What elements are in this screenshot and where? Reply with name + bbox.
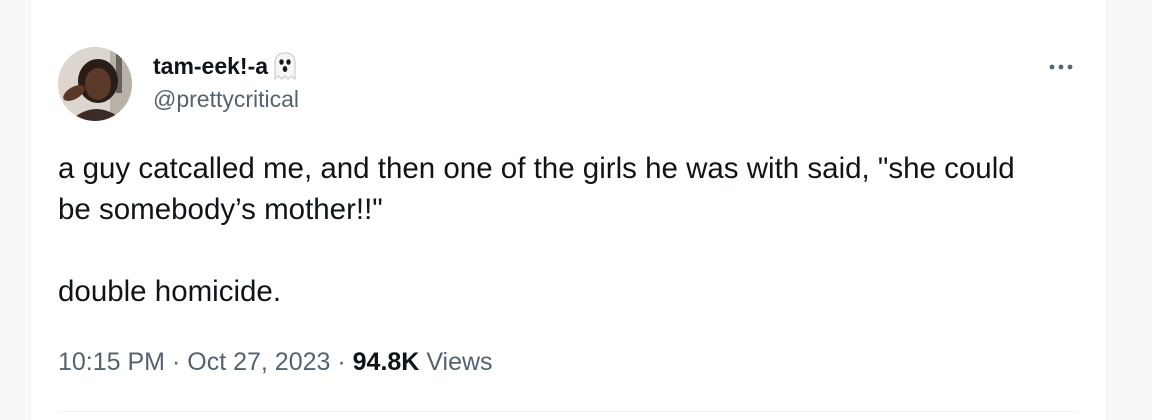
meta-separator: · <box>171 348 181 376</box>
tweet-time[interactable]: 10:15 PM <box>58 348 165 376</box>
avatar[interactable] <box>58 47 132 121</box>
more-options-icon[interactable] <box>1043 54 1079 80</box>
tweet-date[interactable]: Oct 27, 2023 <box>187 348 330 376</box>
display-name-row: tam-eek!-a <box>153 50 299 82</box>
meta-separator: · <box>337 348 346 376</box>
tweet-text: a guy catcalled me, and then one of the … <box>58 152 1015 308</box>
user-handle[interactable]: @prettycritical <box>153 86 299 113</box>
tweet-card: tam-eek!-a @prettycritical a guy catcall… <box>30 0 1107 420</box>
display-name[interactable]: tam-eek!-a <box>153 53 268 80</box>
divider <box>58 411 1078 412</box>
ghost-icon <box>272 51 298 81</box>
views-count: 94.8K <box>352 348 420 376</box>
views-label: Views <box>426 348 493 376</box>
tweet-metadata: 10:15 PM · Oct 27, 2023 · 94.8K Views <box>58 348 493 377</box>
page: tam-eek!-a @prettycritical a guy catcall… <box>0 0 1152 420</box>
user-identity: tam-eek!-a @prettycritical <box>153 50 299 113</box>
